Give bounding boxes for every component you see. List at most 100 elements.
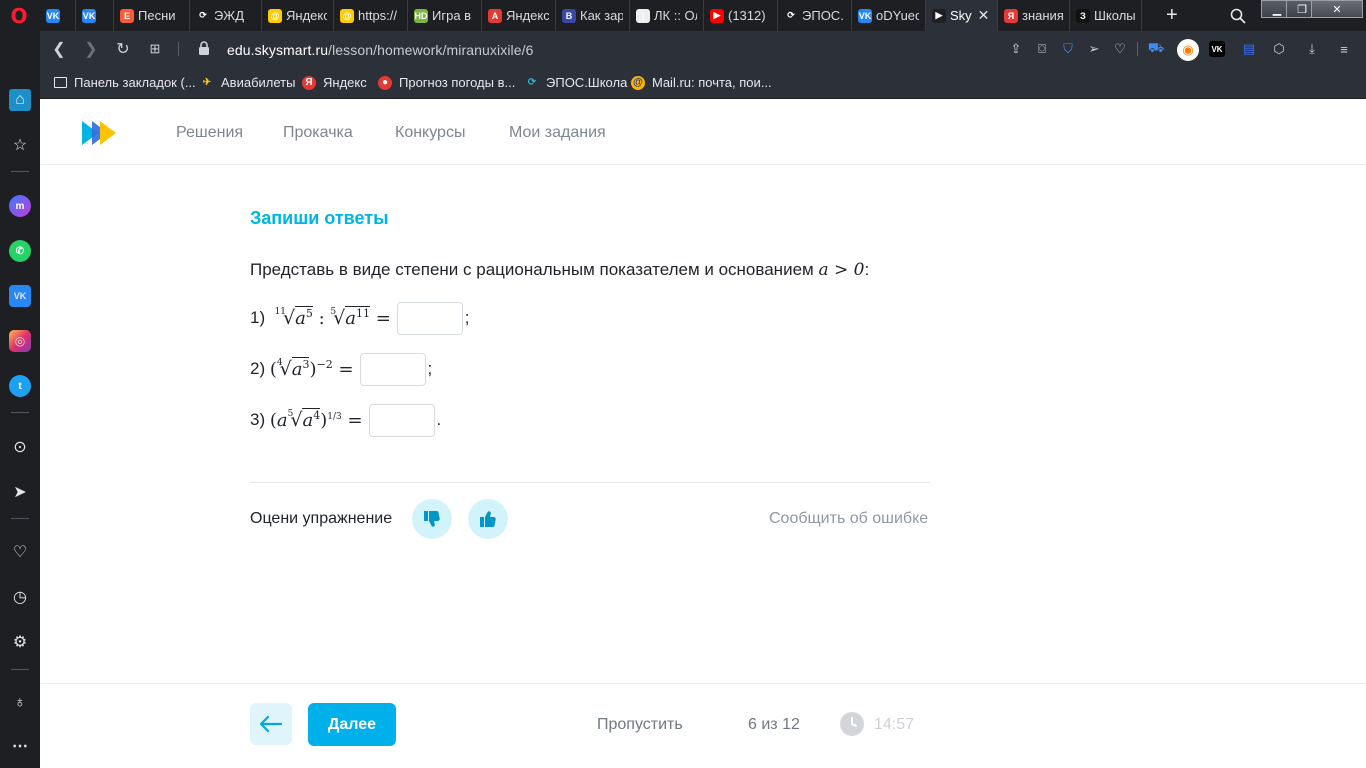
browser-tab[interactable]: VK oDYuec (852, 0, 926, 31)
clock-icon (840, 712, 864, 736)
browser-tab[interactable]: @ Яндекс (262, 0, 334, 31)
answer-input-2[interactable] (359, 352, 426, 386)
history-clock-icon[interactable]: ◷ (9, 586, 31, 608)
back-arrow-icon[interactable]: ❮ (50, 40, 68, 58)
back-button[interactable] (250, 703, 292, 745)
bookmark-item[interactable]: Я Яндекс (302, 75, 367, 90)
nav-my-tasks[interactable]: Мои задания (509, 124, 606, 142)
whatsapp-icon[interactable]: ✆ (9, 240, 31, 262)
rate-label: Оцени упражнение (250, 510, 393, 527)
send-icon[interactable]: ➢ (1086, 41, 1102, 57)
browser-tab[interactable]: B Как зар (556, 0, 630, 31)
answer-input-3[interactable] (368, 403, 435, 437)
browser-tab[interactable]: VK (40, 0, 76, 31)
next-button[interactable]: Далее (308, 703, 396, 746)
docs-extension-icon[interactable]: ▤ (1241, 41, 1257, 57)
plane-icon: ✈ (202, 77, 212, 88)
report-error-link[interactable]: Сообщить об ошибке (769, 510, 928, 528)
heart-icon[interactable]: ♡ (9, 541, 31, 563)
easy-setup-menu-icon[interactable]: ≡ (1336, 41, 1352, 57)
skysmart-logo-icon[interactable] (82, 121, 116, 145)
tab-favicon-icon: Я (1004, 8, 1018, 23)
snapshot-camera-icon[interactable]: ⌼ (1034, 41, 1050, 57)
opera-logo-icon[interactable]: O (8, 4, 30, 28)
thumbs-up-icon (480, 511, 496, 528)
tab-title: Как зар (580, 8, 623, 23)
downloads-icon[interactable]: ⤓ (1304, 41, 1320, 57)
browser-tab[interactable]: ⟳ ЭПОС. (778, 0, 852, 31)
item-number: 2) (250, 359, 266, 378)
bookmark-item[interactable]: Панель закладок (... (54, 75, 196, 90)
browser-tab[interactable]: | ЛК :: Ол (630, 0, 704, 31)
reload-icon[interactable]: ↻ (114, 40, 132, 58)
bookmarks-bar: Панель закладок (... ✈ Авиабилеты Я Яндекс… (40, 67, 1366, 99)
nav-solutions[interactable]: Решения (176, 124, 243, 142)
settings-gear-icon[interactable]: ⚙ (9, 631, 31, 653)
tab-search-icon[interactable] (1230, 8, 1246, 24)
cube-extension-icon[interactable]: ⬡ (1271, 41, 1287, 57)
browser-tab[interactable]: VK (76, 0, 114, 31)
tab-title: Песни (138, 8, 176, 23)
browser-tab[interactable]: Е Песни (114, 0, 190, 31)
bookmark-item[interactable]: ✈ Авиабилеты (200, 75, 296, 90)
tab-favicon-icon: ⟳ (196, 8, 210, 23)
browser-tab[interactable]: Язнания (998, 0, 1070, 31)
bookmark-item[interactable]: ● Прогноз погоды в... (378, 75, 515, 90)
browser-tab[interactable]: HD Игра в (408, 0, 482, 31)
my-flow-icon[interactable]: ➤ (9, 481, 31, 503)
item-number: 1) (250, 308, 266, 327)
cart-icon[interactable]: ⛟ (1148, 40, 1164, 57)
tab-favicon-icon: VK (46, 8, 60, 23)
nav-training[interactable]: Прокачка (283, 124, 353, 142)
site-header: Решения Прокачка Конкурсы Мои задания (40, 100, 1366, 165)
tab-close-icon[interactable]: ✕ (978, 7, 990, 24)
twitter-icon[interactable]: t (9, 375, 31, 397)
url-field[interactable]: edu.skysmart.ru/lesson/homework/miranuxi… (227, 42, 534, 58)
tab-title: знания (1022, 8, 1063, 23)
messenger-icon[interactable]: m (9, 195, 31, 217)
item-end: ; (427, 359, 433, 378)
share-icon[interactable]: ⇪ (1008, 41, 1024, 57)
opera-sidebar: ⌂ ☆ m ✆ VK ◎ t ⊙ ➤ ♡ ◷ ⚙ ♁ ⋯ (0, 31, 40, 768)
vk-extension-icon[interactable]: VK (1209, 41, 1225, 57)
answer-input-1[interactable] (396, 301, 463, 335)
extension-avatar-icon[interactable]: ◉ (1177, 39, 1199, 61)
bookmarks-icon[interactable]: ☆ (9, 134, 31, 156)
more-ellipsis-icon[interactable]: ⋯ (9, 735, 31, 757)
browser-tab[interactable]: A Яндекс (482, 0, 556, 31)
tab-list: VK VK Е Песни ⟳ ЭЖД @ Яндекс @ https://HD Игра вAЯ… (40, 0, 1142, 31)
progress-counter: 6 из 12 (748, 716, 800, 733)
tab-favicon-icon: Е (120, 8, 134, 23)
dislike-button[interactable] (412, 499, 452, 539)
adblock-shield-icon[interactable]: ⛉ (1060, 41, 1076, 57)
player-icon[interactable]: ⊙ (9, 436, 31, 458)
browser-tab[interactable]: @ https:// (334, 0, 408, 31)
new-tab-plus-icon[interactable]: + (1166, 5, 1178, 25)
browser-tab[interactable]: ▶ (1312) (704, 0, 778, 31)
tab-title: ЭЖД (214, 8, 244, 23)
tab-favicon-icon: З (1076, 8, 1090, 23)
like-button[interactable] (468, 499, 508, 539)
browser-tab[interactable]: ▶ Sky ✕ (926, 0, 998, 31)
close-window-button[interactable]: ✕ (1311, 0, 1363, 18)
task-colon: : (864, 260, 870, 279)
tips-lightbulb-icon[interactable]: ♁ (9, 692, 31, 714)
favorite-heart-icon[interactable]: ♡ (1112, 41, 1128, 57)
tabs-grid-icon[interactable]: ⊞ (146, 40, 164, 58)
timer: 14:57 (874, 716, 915, 733)
address-separator (178, 42, 179, 56)
vk-icon[interactable]: VK (9, 285, 31, 307)
browser-tab[interactable]: З Школы (1070, 0, 1142, 31)
thumbs-down-icon (424, 510, 440, 527)
instagram-icon[interactable]: ◎ (9, 330, 31, 352)
skip-button[interactable]: Пропустить (597, 716, 683, 734)
weather-icon: ● (378, 75, 392, 90)
url-host: edu.skysmart.ru (227, 42, 329, 58)
tab-favicon-icon: @ (268, 8, 282, 23)
browser-tab[interactable]: ⟳ ЭЖД (190, 0, 262, 31)
speed-dial-home-icon[interactable]: ⌂ (9, 89, 31, 111)
forward-arrow-icon[interactable]: ❯ (82, 40, 100, 58)
bookmark-item[interactable]: ⟳ ЭПОС.Школа (525, 75, 628, 90)
bookmark-item[interactable]: @ Mail.ru: почта, пои... (631, 75, 772, 90)
nav-contests[interactable]: Конкурсы (395, 124, 465, 142)
